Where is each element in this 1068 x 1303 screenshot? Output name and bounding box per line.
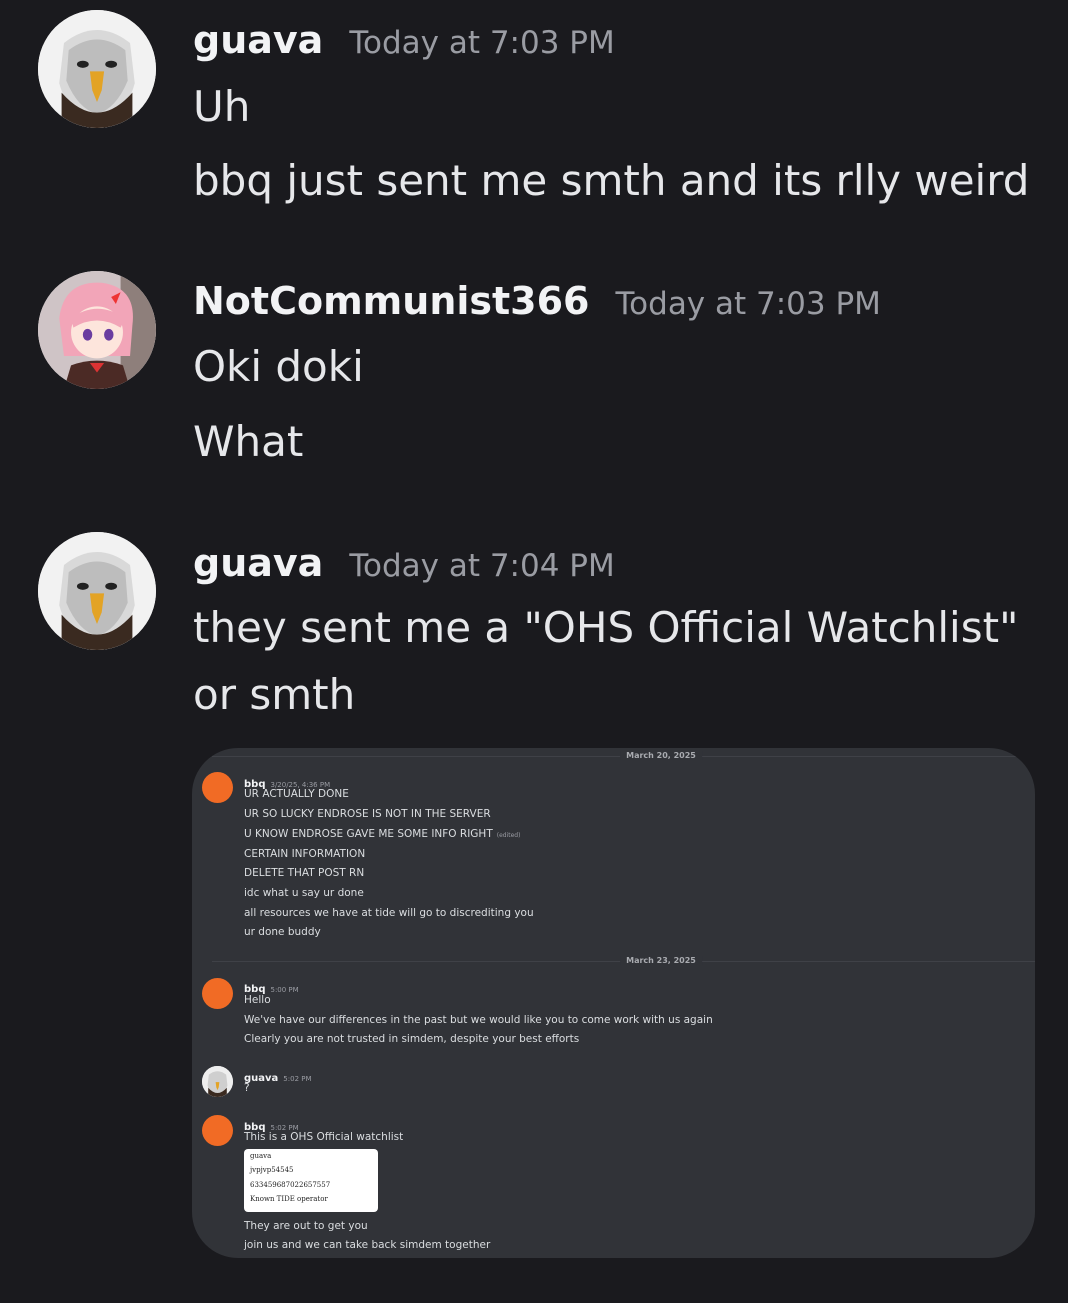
message-text: all resources we have at tide will go to…	[244, 907, 534, 919]
timestamp: Today at 7:03 PM	[349, 25, 615, 61]
message-text: idc what u say ur done	[244, 887, 364, 899]
eagle-avatar-icon[interactable]	[38, 532, 156, 650]
message-text: UR ACTUALLY DONE	[244, 788, 349, 800]
message-text: they sent me a "OHS Official Watchlist"	[193, 603, 1019, 652]
watchlist-line: 633459687022657557	[250, 1181, 331, 1189]
timestamp: Today at 7:04 PM	[349, 548, 615, 584]
message-text: Clearly you are not trusted in simdem, d…	[244, 1033, 580, 1045]
message-header: guava Today at 7:04 PM	[193, 541, 615, 585]
username[interactable]: guava	[193, 18, 323, 62]
message-text: ?	[244, 1082, 250, 1094]
message-text: U KNOW ENDROSE GAVE ME SOME INFO RIGHT (e…	[244, 828, 520, 840]
edited-label: (edited)	[496, 832, 521, 839]
message-header: guava 5:02 PM	[244, 1066, 312, 1085]
message-text: Uh	[193, 82, 251, 131]
message-header: guava Today at 7:03 PM	[193, 18, 615, 62]
message-text: join us and we can take back simdem toge…	[244, 1239, 491, 1251]
timestamp: 5:00 PM	[270, 986, 299, 994]
watchlist-line: jvpjvp54545	[250, 1166, 294, 1174]
username[interactable]: guava	[193, 541, 323, 585]
orange-circle-avatar-icon	[202, 978, 233, 1009]
watchlist-image: guava jvpjvp54545 633459687022657557 Kno…	[244, 1149, 378, 1212]
message-text: Oki doki	[193, 342, 364, 391]
timestamp: Today at 7:03 PM	[615, 286, 881, 322]
username[interactable]: NotCommunist366	[193, 279, 590, 323]
orange-circle-avatar-icon	[202, 1115, 233, 1146]
message-text: DELETE THAT POST RN	[244, 867, 365, 879]
date-divider-label: March 23, 2025	[620, 956, 702, 965]
message-text: Hello	[244, 994, 271, 1006]
watchlist-line: Known TIDE operator	[250, 1195, 328, 1203]
eagle-avatar-icon[interactable]	[38, 10, 156, 128]
image-attachment[interactable]: March 20, 2025 bbq 3/20/25, 4:36 PM UR AC…	[192, 748, 1035, 1258]
message-text: UR SO LUCKY ENDROSE IS NOT IN THE SERVER	[244, 808, 491, 820]
watchlist-line: guava	[250, 1152, 272, 1160]
message-text: This is a OHS Official watchlist	[244, 1131, 404, 1143]
message-text: What	[193, 417, 304, 466]
message-text: We've have our differences in the past b…	[244, 1014, 713, 1026]
anime-girl-avatar-icon[interactable]	[38, 271, 156, 389]
message-text: bbq just sent me smth and its rlly weird	[193, 156, 1030, 205]
message-header: NotCommunist366 Today at 7:03 PM	[193, 279, 881, 323]
orange-circle-avatar-icon	[202, 772, 233, 803]
message-text: ur done buddy	[244, 926, 321, 938]
timestamp: 5:02 PM	[283, 1075, 312, 1083]
message-text-content: U KNOW ENDROSE GAVE ME SOME INFO RIGHT	[244, 828, 493, 840]
eagle-avatar-icon	[202, 1066, 233, 1097]
message-text: or smth	[193, 670, 356, 719]
message-text: CERTAIN INFORMATION	[244, 848, 366, 860]
date-divider-label: March 20, 2025	[620, 751, 702, 760]
message-text: They are out to get you	[244, 1220, 368, 1232]
